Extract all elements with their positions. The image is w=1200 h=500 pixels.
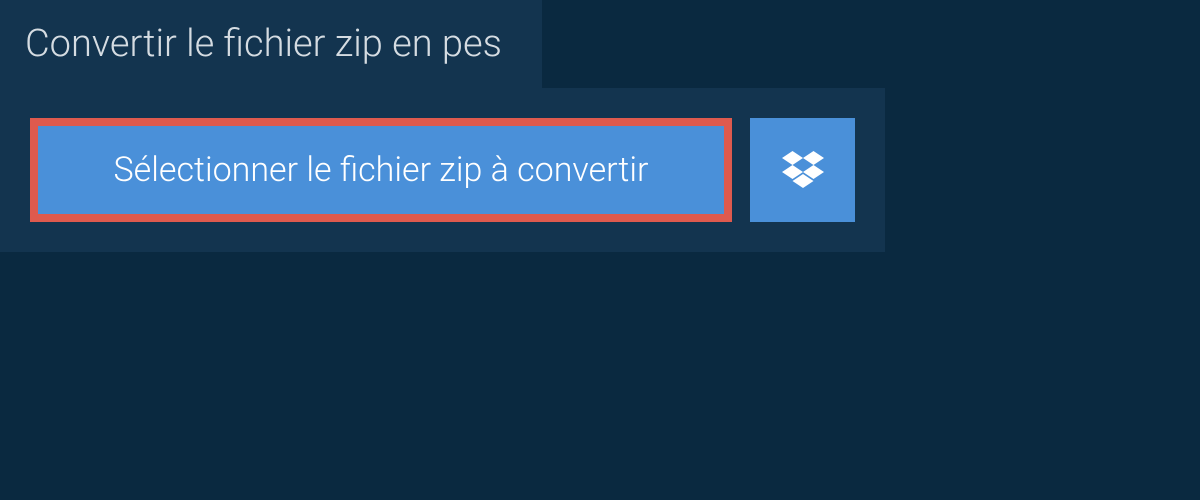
select-file-button[interactable]: Sélectionner le fichier zip à convertir	[30, 118, 732, 222]
button-row: Sélectionner le fichier zip à convertir	[30, 118, 855, 222]
dropbox-button[interactable]	[750, 118, 855, 222]
page-title: Convertir le fichier zip en pes	[25, 22, 502, 66]
page-header: Convertir le fichier zip en pes	[0, 0, 542, 88]
upload-panel: Sélectionner le fichier zip à convertir	[0, 88, 885, 252]
dropbox-icon	[782, 151, 824, 189]
select-file-label: Sélectionner le fichier zip à convertir	[114, 150, 649, 190]
